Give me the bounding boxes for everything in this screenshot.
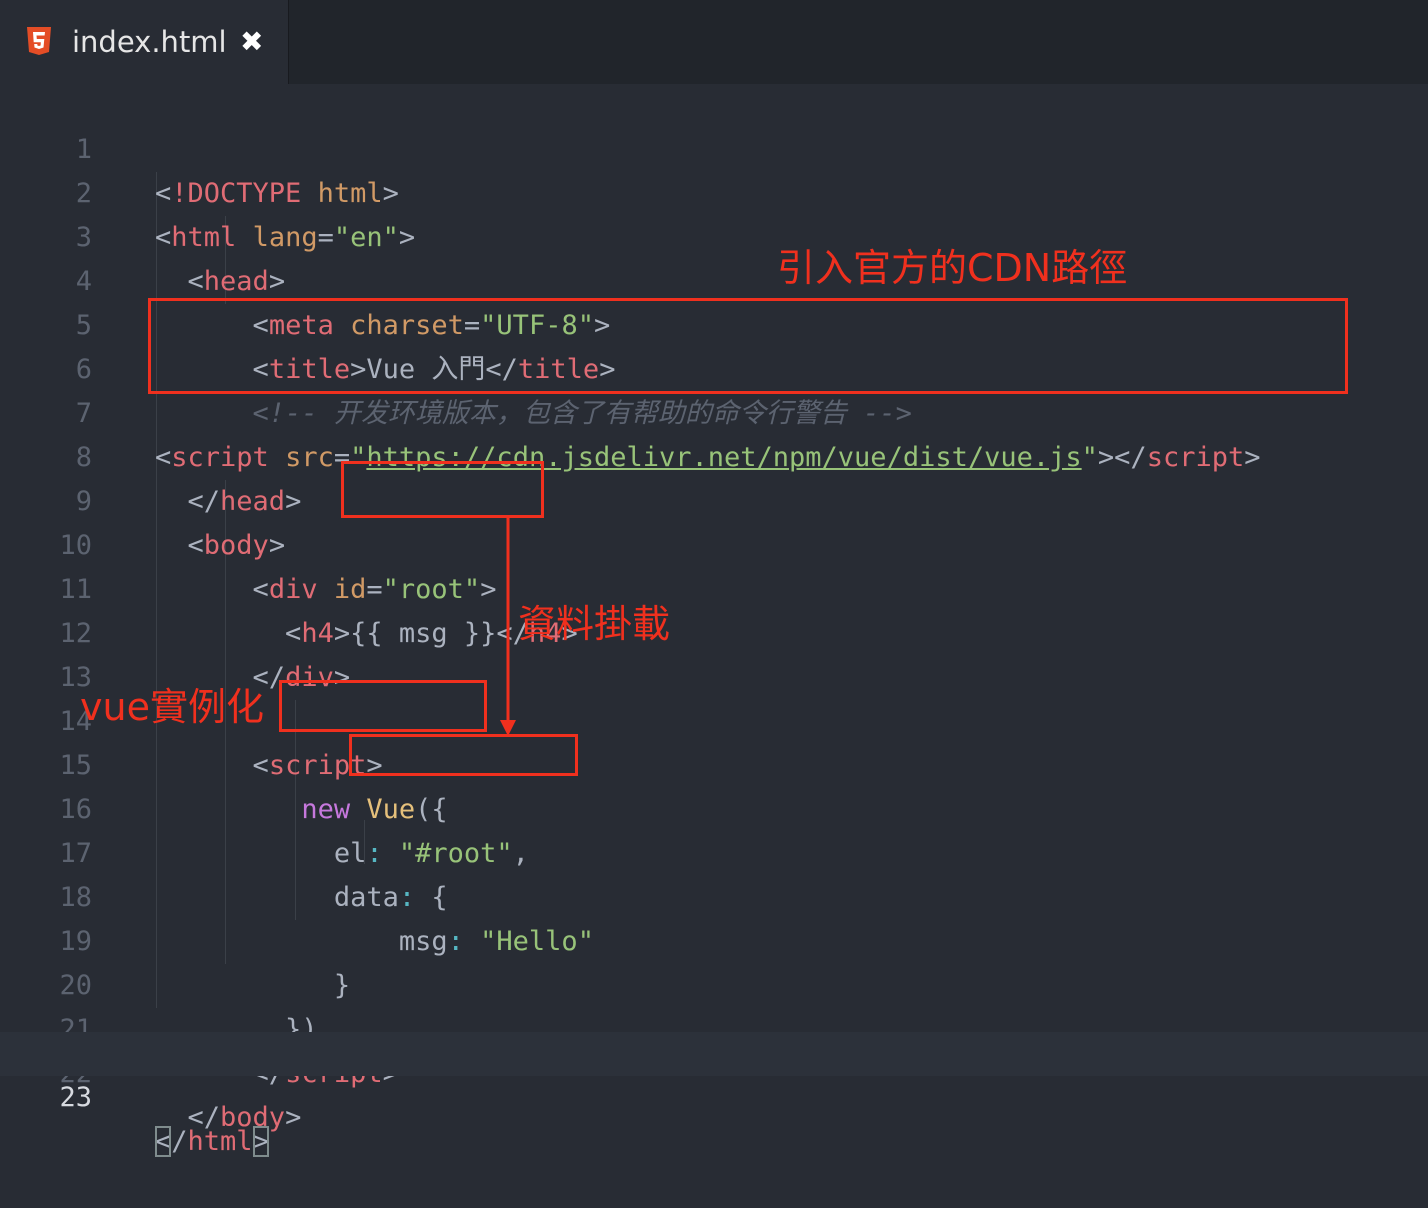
code-line: 1 <!DOCTYPE html>: [0, 84, 1428, 209]
tab-bar: index.html ✖: [0, 0, 1428, 84]
code-line: 11 <h4>{{ msg }}</h4>: [0, 524, 1428, 649]
code-line: 18 msg: "Hello": [0, 832, 1428, 957]
annotation-instance: vue實例化: [80, 685, 264, 729]
code-line: 2 <html lang="en">: [0, 128, 1428, 253]
code-line: 8 </head>: [0, 392, 1428, 517]
code-line: 4 <meta charset="UTF-8">: [0, 216, 1428, 341]
code-line: 9 <body>: [0, 436, 1428, 561]
tab-index-html[interactable]: index.html ✖: [0, 0, 289, 84]
root-id-highlight-box: [341, 461, 544, 518]
code-line: 21 </script>: [0, 964, 1428, 1089]
code-line: 13: [0, 612, 1428, 693]
code-editor[interactable]: 1 <!DOCTYPE html> 2 <html lang="en"> 3 <…: [0, 84, 1428, 1157]
el-root-highlight-box: [349, 734, 578, 776]
annotation-cdn: 引入官方的CDN路徑: [777, 246, 1128, 290]
line-number: 23: [59, 1082, 92, 1113]
code-line: 12 </div>: [0, 568, 1428, 693]
punct: /: [171, 1126, 188, 1157]
code-line: 17 data: {: [0, 788, 1428, 913]
close-icon[interactable]: ✖: [240, 22, 263, 62]
code-line-current: 23 </html>: [0, 1032, 1428, 1157]
bracket-match: >: [252, 1126, 269, 1157]
bracket-match: <: [155, 1126, 172, 1157]
code-line: 19 }: [0, 876, 1428, 1001]
punct: >: [285, 1102, 302, 1133]
annotation-mount: 資料掛載: [518, 602, 671, 646]
mount-arrow: [500, 516, 516, 736]
code-line: 3 <head>: [0, 172, 1428, 297]
cdn-highlight-box: [148, 298, 1348, 394]
code-line: 20 }): [0, 920, 1428, 1045]
tab-title: index.html: [72, 25, 227, 59]
new-vue-highlight-box: [279, 680, 487, 732]
code-line: 16 el: "#root",: [0, 744, 1428, 869]
tag-name: html: [187, 1126, 253, 1157]
html5-icon: [27, 27, 51, 55]
code-line: 10 <div id="root">: [0, 480, 1428, 605]
